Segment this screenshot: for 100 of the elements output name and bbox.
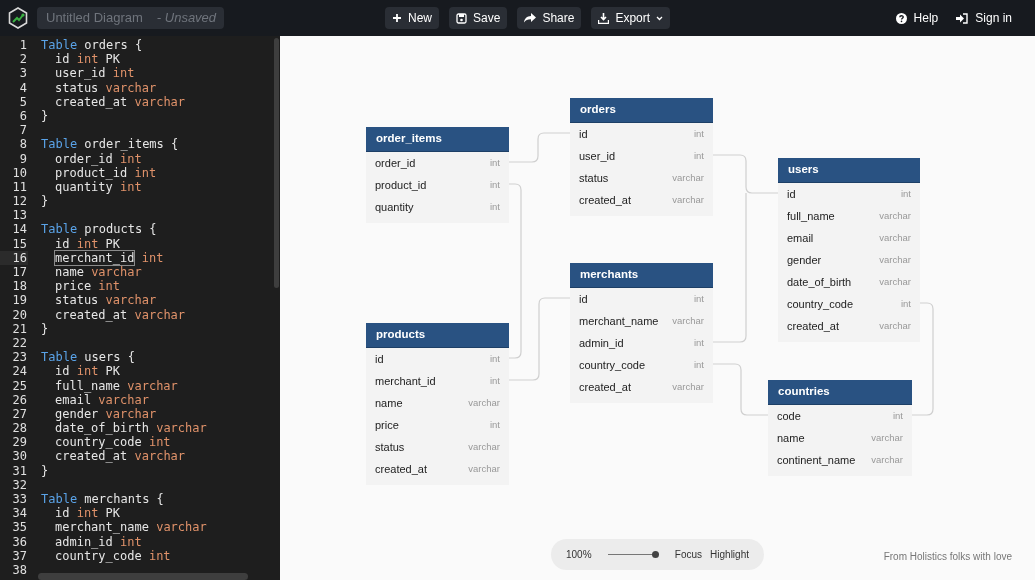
code-line: Table orders { bbox=[41, 38, 143, 52]
save-status: - Unsaved bbox=[156, 9, 217, 28]
code-line: id int PK bbox=[55, 506, 121, 521]
code-line: name varchar bbox=[55, 265, 142, 279]
code-line: status varchar bbox=[55, 293, 157, 308]
code-line: Table products { bbox=[41, 222, 157, 237]
plus-icon bbox=[392, 13, 402, 23]
line-number: 6 bbox=[18, 108, 28, 124]
vertical-scrollbar[interactable] bbox=[274, 38, 279, 288]
field-name: product_id bbox=[375, 177, 427, 193]
field-type: int bbox=[489, 155, 500, 170]
line-number: 22 bbox=[11, 335, 28, 351]
table-card[interactable]: users id int full_name varchar email varchar gender varchar date_of_birth varchar country_code int created_at varchar bbox=[778, 158, 920, 342]
code-line: id int PK bbox=[55, 52, 121, 67]
line-number: 10 bbox=[11, 165, 28, 180]
code-line: price int bbox=[55, 279, 121, 294]
line-number: 34 bbox=[11, 506, 28, 521]
line-number: 4 bbox=[18, 80, 28, 95]
table-header: order_items bbox=[366, 127, 509, 152]
zoom-slider[interactable] bbox=[607, 551, 659, 558]
field-type: int bbox=[693, 335, 704, 350]
table-card[interactable]: countries code int name varchar continent_name varchar bbox=[768, 380, 912, 476]
line-number: 3 bbox=[18, 66, 28, 81]
toolbar-button[interactable]: Help bbox=[891, 7, 943, 29]
toolbar-button[interactable]: Share bbox=[517, 7, 582, 29]
field-type: int bbox=[489, 351, 500, 366]
line-number: 26 bbox=[11, 392, 28, 407]
code-line: order_id int bbox=[55, 151, 142, 166]
field-type: varchar bbox=[879, 318, 911, 333]
line-number: 28 bbox=[11, 421, 28, 436]
line-number: 38 bbox=[11, 562, 28, 578]
table-card[interactable]: products id int merchant_id int name varchar price int status varchar created_at varchar bbox=[366, 323, 509, 485]
line-number: 27 bbox=[11, 406, 28, 422]
field-name: name bbox=[777, 430, 805, 446]
field-name: id bbox=[375, 351, 384, 367]
connector-line bbox=[712, 363, 769, 416]
credit-text: From Holistics folks with love bbox=[883, 550, 1012, 564]
field-type: int bbox=[693, 126, 704, 141]
line-number: 35 bbox=[11, 520, 28, 535]
field-name: merchant_name bbox=[579, 313, 659, 329]
table-header: countries bbox=[768, 380, 912, 405]
toolbar-button[interactable]: Save bbox=[449, 7, 508, 29]
field-name: quantity bbox=[375, 199, 414, 215]
field-type: int bbox=[693, 357, 704, 372]
line-number: 16 bbox=[0, 250, 28, 265]
toolbar-button[interactable]: New bbox=[385, 7, 439, 29]
toolbar-button[interactable]: Sign in bbox=[952, 7, 1016, 29]
code-line: } bbox=[41, 108, 49, 123]
code-line: Table merchants { bbox=[41, 492, 164, 506]
share-arrow-icon bbox=[524, 13, 537, 23]
code-line: email varchar bbox=[55, 392, 149, 407]
line-number: 18 bbox=[11, 279, 28, 294]
field-name: price bbox=[375, 417, 399, 433]
code-line: Table users { bbox=[41, 350, 135, 365]
code-line: merchant_name varchar bbox=[55, 520, 207, 535]
download-icon bbox=[598, 12, 610, 24]
field-name: gender bbox=[787, 252, 822, 268]
line-number: 37 bbox=[11, 548, 28, 563]
logo-icon bbox=[8, 7, 28, 29]
view-mode-button[interactable]: Focus bbox=[674, 547, 703, 562]
field-type: varchar bbox=[879, 252, 911, 267]
field-name: email bbox=[787, 230, 814, 246]
line-number: 23 bbox=[11, 350, 28, 365]
line-number: 17 bbox=[11, 265, 28, 280]
toolbar-button[interactable]: Export bbox=[591, 7, 671, 29]
code-line: id int PK bbox=[55, 236, 121, 251]
field-type: varchar bbox=[879, 208, 911, 223]
field-type: int bbox=[489, 199, 500, 214]
code-line: } bbox=[41, 321, 49, 336]
field-name: full_name bbox=[787, 208, 835, 224]
line-number: 11 bbox=[11, 179, 28, 195]
field-type: int bbox=[489, 177, 500, 192]
field-name: order_id bbox=[375, 155, 416, 171]
horizontal-scrollbar[interactable] bbox=[38, 573, 248, 580]
line-number: 24 bbox=[11, 364, 28, 379]
view-mode-button[interactable]: Highlight bbox=[710, 547, 749, 562]
field-name: country_code bbox=[787, 296, 854, 312]
field-name: status bbox=[375, 439, 405, 455]
code-line: product_id int bbox=[55, 165, 157, 180]
code-line: full_name varchar bbox=[55, 378, 178, 393]
field-name: id bbox=[579, 126, 588, 142]
table-card[interactable]: merchants id int merchant_name varchar admin_id int country_code int created_at varchar bbox=[570, 263, 713, 403]
field-type: varchar bbox=[871, 430, 903, 445]
field-type: varchar bbox=[468, 439, 500, 454]
code-editor[interactable] bbox=[0, 36, 280, 580]
zoom-level: 100% bbox=[566, 548, 592, 562]
field-type: int bbox=[693, 148, 704, 163]
code-line: } bbox=[41, 463, 49, 478]
table-card[interactable]: orders id int user_id int status varchar created_at varchar bbox=[570, 98, 713, 216]
field-type: varchar bbox=[871, 452, 903, 467]
table-card[interactable]: order_items order_id int product_id int quantity int bbox=[366, 127, 509, 223]
line-number: 33 bbox=[11, 492, 28, 507]
code-line: created_at varchar bbox=[55, 307, 186, 322]
line-number: 21 bbox=[11, 321, 28, 336]
code-line: admin_id int bbox=[55, 534, 142, 549]
line-number: 14 bbox=[11, 222, 28, 237]
sign-in-icon bbox=[956, 12, 969, 24]
code-line: } bbox=[41, 194, 49, 209]
field-name: created_at bbox=[375, 461, 427, 477]
line-number: 12 bbox=[11, 194, 28, 209]
